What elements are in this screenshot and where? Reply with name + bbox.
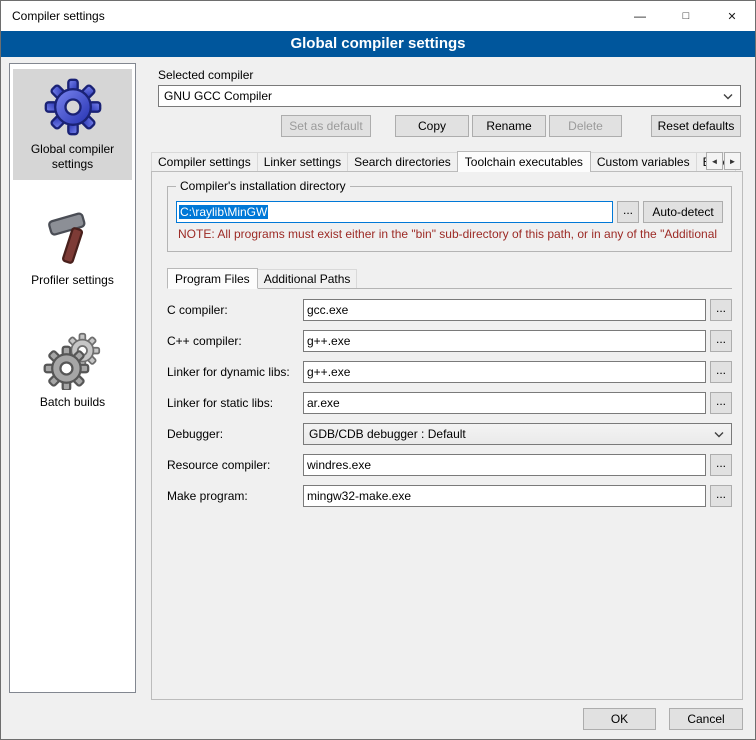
close-icon[interactable]: ✕ bbox=[709, 1, 755, 31]
blue-gear-icon bbox=[43, 77, 103, 137]
install-directory-input[interactable]: C:\raylib\MinGW bbox=[176, 201, 613, 223]
debugger-value: GDB/CDB debugger : Default bbox=[309, 427, 466, 441]
sidebar-item-batch-builds[interactable]: Batch builds bbox=[13, 322, 132, 418]
note-text: NOTE: All programs must exist either in … bbox=[178, 227, 723, 241]
program-files-form: C compiler: ... C++ compiler: ... Linker… bbox=[167, 299, 732, 507]
page-title: Global compiler settings bbox=[1, 31, 755, 57]
gray-gears-icon bbox=[43, 330, 103, 390]
field-row-cpp-compiler: C++ compiler: ... bbox=[167, 330, 732, 352]
set-as-default-button[interactable]: Set as default bbox=[281, 115, 371, 137]
sidebar-item-label: Global compiler settings bbox=[13, 142, 132, 172]
chevron-down-icon bbox=[714, 432, 724, 438]
sidebar-item-label: Batch builds bbox=[13, 395, 132, 410]
debugger-label: Debugger: bbox=[167, 427, 303, 441]
field-row-linker-dynamic: Linker for dynamic libs: ... bbox=[167, 361, 732, 383]
ok-button[interactable]: OK bbox=[583, 708, 656, 730]
sidebar-item-global-compiler-settings[interactable]: Global compiler settings bbox=[13, 69, 132, 180]
toolchain-executables-page: Compiler's installation directory C:\ray… bbox=[151, 171, 743, 700]
minimize-icon[interactable]: — bbox=[617, 1, 663, 31]
settings-category-list: Global compiler settings Profiler settin… bbox=[9, 63, 136, 693]
install-directory-group: Compiler's installation directory C:\ray… bbox=[167, 186, 732, 252]
field-row-resource-compiler: Resource compiler: ... bbox=[167, 454, 732, 476]
linker-dynamic-browse-button[interactable]: ... bbox=[710, 361, 732, 383]
field-row-debugger: Debugger: GDB/CDB debugger : Default bbox=[167, 423, 732, 445]
reset-defaults-button[interactable]: Reset defaults bbox=[651, 115, 741, 137]
linker-static-input[interactable] bbox=[303, 392, 706, 414]
linker-static-label: Linker for static libs: bbox=[167, 396, 303, 410]
resource-compiler-label: Resource compiler: bbox=[167, 458, 303, 472]
subtab-program-files[interactable]: Program Files bbox=[167, 268, 258, 289]
title-bar[interactable]: Compiler settings — □ ✕ bbox=[1, 1, 755, 31]
tab-scroll-left-icon[interactable]: ◄ bbox=[706, 152, 723, 170]
c-compiler-input[interactable] bbox=[303, 299, 706, 321]
resource-compiler-browse-button[interactable]: ... bbox=[710, 454, 732, 476]
maximize-icon[interactable]: □ bbox=[663, 1, 709, 31]
main-panel: Selected compiler GNU GCC Compiler Set a… bbox=[146, 63, 749, 701]
program-tabs: Program Files Additional Paths bbox=[167, 268, 732, 289]
cpp-compiler-browse-button[interactable]: ... bbox=[710, 330, 732, 352]
hammer-icon bbox=[44, 210, 102, 268]
tab-compiler-settings[interactable]: Compiler settings bbox=[151, 152, 258, 171]
field-row-c-compiler: C compiler: ... bbox=[167, 299, 732, 321]
dialog-footer: OK Cancel bbox=[583, 708, 743, 730]
linker-dynamic-label: Linker for dynamic libs: bbox=[167, 365, 303, 379]
c-compiler-label: C compiler: bbox=[167, 303, 303, 317]
field-row-make-program: Make program: ... bbox=[167, 485, 732, 507]
sidebar-item-label: Profiler settings bbox=[13, 273, 132, 288]
selected-path-text: C:\raylib\MinGW bbox=[179, 205, 268, 219]
debugger-select[interactable]: GDB/CDB debugger : Default bbox=[303, 423, 732, 445]
rename-button[interactable]: Rename bbox=[472, 115, 546, 137]
auto-detect-button[interactable]: Auto-detect bbox=[643, 201, 723, 223]
c-compiler-browse-button[interactable]: ... bbox=[710, 299, 732, 321]
install-dir-browse-button[interactable]: ... bbox=[617, 201, 639, 223]
linker-dynamic-input[interactable] bbox=[303, 361, 706, 383]
tab-toolchain-executables[interactable]: Toolchain executables bbox=[457, 151, 591, 172]
tab-custom-variables[interactable]: Custom variables bbox=[590, 152, 697, 171]
settings-tabs: Compiler settings Linker settings Search… bbox=[151, 150, 741, 171]
selected-compiler-select[interactable]: GNU GCC Compiler bbox=[158, 85, 741, 107]
chevron-down-icon bbox=[723, 94, 733, 100]
subtab-additional-paths[interactable]: Additional Paths bbox=[257, 269, 358, 288]
make-program-browse-button[interactable]: ... bbox=[710, 485, 732, 507]
selected-compiler-label: Selected compiler bbox=[158, 68, 749, 82]
cpp-compiler-input[interactable] bbox=[303, 330, 706, 352]
linker-static-browse-button[interactable]: ... bbox=[710, 392, 732, 414]
delete-button[interactable]: Delete bbox=[549, 115, 622, 137]
make-program-label: Make program: bbox=[167, 489, 303, 503]
compiler-settings-dialog: Compiler settings — □ ✕ Global compiler … bbox=[0, 0, 756, 740]
cancel-button[interactable]: Cancel bbox=[669, 708, 743, 730]
tab-linker-settings[interactable]: Linker settings bbox=[257, 152, 348, 171]
selected-compiler-value: GNU GCC Compiler bbox=[164, 89, 272, 103]
tab-scroll-buttons: ◄ ► bbox=[705, 152, 741, 170]
make-program-input[interactable] bbox=[303, 485, 706, 507]
tab-search-directories[interactable]: Search directories bbox=[347, 152, 458, 171]
copy-button[interactable]: Copy bbox=[395, 115, 469, 137]
window-controls: — □ ✕ bbox=[617, 1, 755, 31]
tab-scroll-right-icon[interactable]: ► bbox=[724, 152, 741, 170]
resource-compiler-input[interactable] bbox=[303, 454, 706, 476]
window-title: Compiler settings bbox=[1, 9, 105, 23]
field-row-linker-static: Linker for static libs: ... bbox=[167, 392, 732, 414]
install-directory-group-title: Compiler's installation directory bbox=[176, 179, 350, 193]
sidebar-item-profiler-settings[interactable]: Profiler settings bbox=[13, 202, 132, 296]
install-directory-row: C:\raylib\MinGW ... Auto-detect bbox=[176, 201, 723, 223]
cpp-compiler-label: C++ compiler: bbox=[167, 334, 303, 348]
compiler-actions: Set as default Copy Rename Delete Reset … bbox=[146, 115, 749, 137]
